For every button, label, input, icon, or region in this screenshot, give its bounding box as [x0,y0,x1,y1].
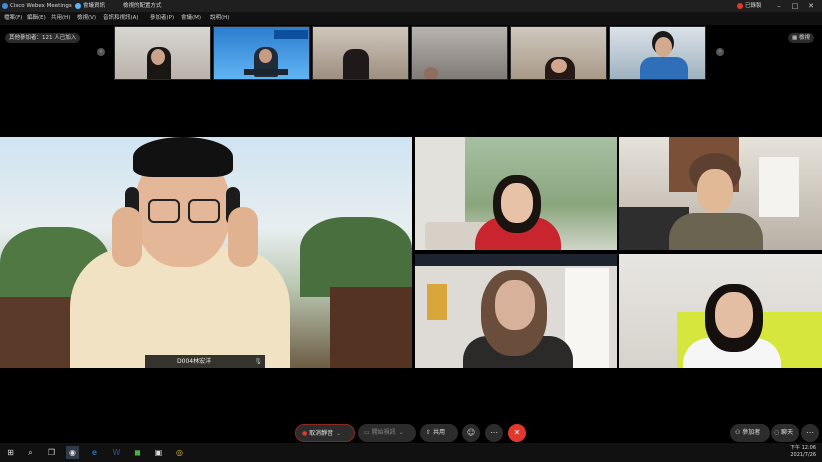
menu-audio-video[interactable]: 音訊和視訊(A) [103,12,139,25]
participant-name: D004林宏洋 [177,358,212,365]
recording-label: 已錄製 [745,3,762,9]
app-icon[interactable]: ▣ [152,446,165,459]
windows-taskbar: ⊞ ⌕ ❐ ◉ e W ◼ ▣ ◎ 下午 12:06 2021/7/26 [0,443,822,462]
desk [244,69,288,75]
layout-button-label: 檢視 [798,35,810,41]
line-app-icon[interactable]: ◼ [131,446,144,459]
menu-share[interactable]: 共用(H) [51,12,70,25]
minimize-icon[interactable]: – [772,0,786,12]
app-title: Cisco Webex Meetings [10,3,72,9]
participant-face [495,280,535,330]
main-tile-name-label: D004林宏洋 🎙 [145,355,265,368]
share-button[interactable]: ⇧ 共用 [420,424,458,442]
unmute-label: 取消靜音 [309,430,334,437]
glasses-left-lens [148,199,180,223]
grid-icon: ▦ [792,35,799,41]
tree-right [300,217,412,297]
info-icon [75,3,81,9]
menu-bar: 檔案(F) 編輯(E) 共用(H) 檢視(V) 音訊和視訊(A) 參加者(P) … [0,12,822,25]
participants-label: 參加者 [742,429,761,436]
participant-face [424,67,438,79]
system-clock[interactable]: 下午 12:06 2021/7/26 [790,445,816,459]
more-options-icon[interactable]: ⋯ [485,424,503,442]
record-icon [737,3,743,9]
participants-count-pill[interactable]: 其他參加者：121 人已加入 [5,33,81,43]
title-bar: Cisco Webex Meetings 會議資訊 檢視的配置方式 已錄製 – … [0,0,822,12]
reactions-icon[interactable]: ☺ [462,424,480,442]
thumbnail-1[interactable] [114,26,211,80]
participants-button[interactable]: ⚇ 參加者 [730,424,770,442]
video-tile-3[interactable] [619,137,822,250]
wall-art [427,284,447,320]
menu-edit[interactable]: 編輯(E) [27,12,46,25]
layout-tab[interactable]: 檢視的配置方式 [123,0,162,12]
webex-taskbar-icon[interactable]: ◉ [66,446,79,459]
word-icon[interactable]: W [110,446,123,459]
chevron-down-icon: ⌄ [398,429,404,436]
share-label: 共用 [432,429,445,436]
main-video-tile[interactable]: D004林宏洋 🎙 [0,137,412,368]
chevron-down-icon: ⌄ [336,430,342,437]
task-view-icon[interactable]: ❐ [45,446,58,459]
strip-prev-icon[interactable]: ‹ [97,48,105,56]
meeting-info-tab[interactable]: 會議資訊 [83,0,105,12]
menu-meeting[interactable]: 會議(M) [181,12,201,25]
maximize-icon[interactable]: □ [788,0,802,12]
participant-face [501,183,533,223]
menu-help[interactable]: 說明(H) [210,12,229,25]
participant-face [551,59,567,73]
participant-face [259,49,272,63]
panel-options-icon[interactable]: ⋯ [801,424,819,442]
shrine-right [330,287,412,368]
video-tile-2[interactable] [415,137,617,250]
participant-face [697,169,733,213]
thumbnail-5[interactable] [510,26,607,80]
participant-shirt [669,213,763,250]
menu-view[interactable]: 檢視(V) [77,12,96,25]
clock-date: 2021/7/26 [790,452,816,458]
start-video-label: 開始視訊 [371,429,396,436]
strip-next-icon[interactable]: › [716,48,724,56]
chat-button[interactable]: ◌ 聊天 [771,424,799,442]
share-icon: ⇧ [426,429,433,436]
hand-left [112,207,142,267]
video-tile-4[interactable] [415,254,617,368]
participant-face [655,37,672,57]
windows-start-icon[interactable]: ⊞ [4,446,17,459]
window [759,157,799,217]
thumbnail-4[interactable] [411,26,508,80]
chat-label: 聊天 [781,429,794,436]
menu-file[interactable]: 檔案(F) [4,12,22,25]
participant-silhouette [343,49,369,79]
video-tile-5[interactable] [619,254,822,368]
chrome-icon[interactable]: ◎ [173,446,186,459]
search-icon[interactable]: ⌕ [24,446,37,459]
mic-icon: 🎙 [254,358,262,365]
menu-participants[interactable]: 參加者(P) [150,12,174,25]
hand-right [228,207,258,267]
start-video-button[interactable]: ▭ 開始視訊 ⌄ [358,424,416,442]
participant-hair [133,137,233,177]
shrine-left [0,297,80,368]
clock-time: 下午 12:06 [790,445,816,451]
tile-header [415,254,617,266]
edge-browser-icon[interactable]: e [88,446,101,459]
banner-text-block [274,30,308,39]
participant-face [151,49,165,65]
glasses-right-lens [188,199,220,223]
participant-face [715,292,753,338]
participant-shirt [640,57,688,79]
thumbnail-6[interactable] [609,26,706,80]
webex-logo-icon [2,3,8,9]
thumbnail-2[interactable] [213,26,310,80]
video-camera-icon: ▭ [364,429,372,436]
end-meeting-icon[interactable]: ✕ [508,424,526,442]
close-icon[interactable]: ✕ [804,0,818,12]
unmute-button[interactable]: ● 取消靜音 ⌄ [295,424,355,442]
thumbnail-3[interactable] [312,26,409,80]
layout-button[interactable]: ▦ 檢視 [788,33,814,43]
